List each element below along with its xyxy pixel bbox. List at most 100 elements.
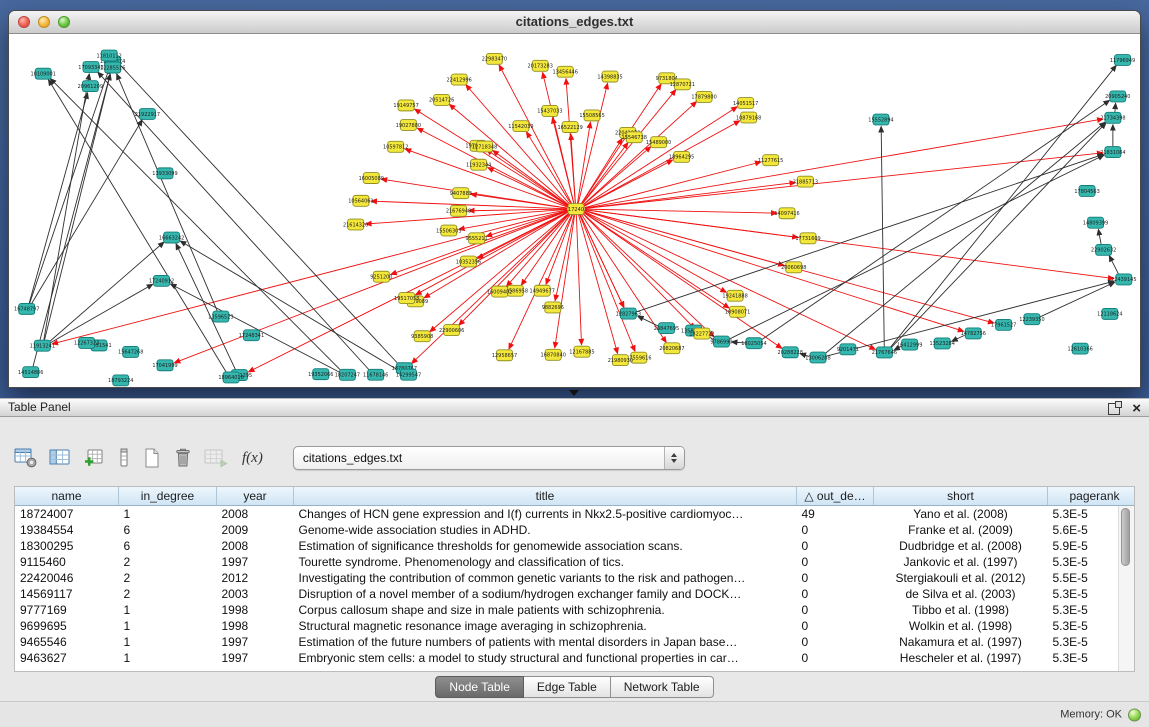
cell-in_degree: 6 [119, 538, 217, 554]
table-row[interactable]: 946362711997Embryonic stem cells: a mode… [15, 650, 1135, 666]
cell-title: Tourette syndrome. Phenomenology and cla… [294, 554, 797, 570]
graph-node-label: 15489000 [646, 140, 671, 146]
table-row[interactable]: 946554611997Estimation of the future num… [15, 634, 1135, 650]
graph-node-label: 15546738 [622, 135, 647, 141]
cell-out_degree: 0 [797, 522, 874, 538]
app-screen: citations_edges.txt 17093343159133741181… [0, 0, 1149, 727]
cell-name: 19384554 [15, 522, 119, 538]
table-row[interactable]: 1938455462009Genome-wide association stu… [15, 522, 1135, 538]
scrollbar-thumb[interactable] [1121, 508, 1130, 566]
graph-edge[interactable] [761, 100, 1109, 339]
column-header-name[interactable]: name [15, 487, 119, 506]
graph-edge[interactable] [30, 68, 110, 303]
graph-node-label: 19241888 [722, 294, 747, 300]
graph-edge[interactable] [1115, 103, 1116, 112]
column-header-out_degree[interactable]: △ out_de… [797, 487, 874, 506]
selection-mode-button[interactable] [117, 445, 131, 471]
network-table-selector[interactable]: citations_edges.txt [293, 446, 685, 470]
minimize-window-button[interactable] [38, 16, 50, 28]
tab-node-table[interactable]: Node Table [435, 676, 524, 698]
close-window-button[interactable] [18, 16, 30, 28]
close-panel-icon[interactable]: × [1132, 402, 1141, 415]
graph-edge[interactable] [415, 109, 569, 206]
graph-node-label: 20288228 [778, 350, 803, 356]
graph-edge[interactable] [583, 147, 651, 206]
graph-edge[interactable] [825, 122, 1105, 354]
graph-edge[interactable] [49, 242, 164, 342]
graph-edge[interactable] [580, 214, 624, 307]
column-header-pagerank[interactable]: pagerank [1048, 487, 1136, 506]
tab-edge-table[interactable]: Edge Table [524, 676, 611, 698]
tab-network-table[interactable]: Network Table [611, 676, 714, 698]
table-mode-button[interactable] [14, 445, 38, 471]
graph-edge[interactable] [52, 210, 567, 343]
graph-edge[interactable] [576, 215, 581, 345]
graph-edge[interactable] [31, 120, 142, 304]
table-row[interactable]: 1872400712008Changes of HCN gene express… [15, 506, 1135, 523]
table-panel-title: Table Panel [8, 400, 71, 414]
graph-edge[interactable] [45, 74, 111, 340]
graph-edge[interactable] [417, 128, 568, 206]
float-panel-icon[interactable] [1108, 403, 1120, 415]
graph-node-label: 14398835 [597, 74, 622, 80]
graph-edge[interactable] [116, 61, 398, 364]
new-file-button[interactable] [142, 445, 162, 471]
function-builder-button[interactable]: f(x) [239, 445, 266, 471]
graph-node-label: 21885713 [793, 179, 818, 185]
delete-table-button[interactable] [173, 445, 193, 471]
graph-edge[interactable] [416, 212, 568, 295]
network-canvas-svg[interactable]: 1709334315913374118101121010900112285516… [9, 34, 1140, 387]
table-row[interactable]: 911546021997Tourette syndrome. Phenomeno… [15, 554, 1135, 570]
graph-edge[interactable] [890, 65, 1116, 347]
table-row[interactable]: 1830029562008Estimation of significance … [15, 538, 1135, 554]
table-row[interactable]: 977716911998Corpus callosum shape and si… [15, 602, 1135, 618]
table-row[interactable]: 2242004622012Investigating the contribut… [15, 570, 1135, 586]
show-columns-button[interactable] [49, 445, 73, 471]
graph-edge[interactable] [583, 213, 714, 337]
graph-edge[interactable] [585, 209, 777, 213]
graph-edge[interactable] [170, 284, 339, 372]
zoom-window-button[interactable] [58, 16, 70, 28]
table-vertical-scrollbar[interactable] [1118, 506, 1134, 671]
cell-in_degree: 1 [119, 634, 217, 650]
graph-node-label: 9251200 [370, 275, 392, 281]
graph-edge[interactable] [50, 284, 153, 343]
graph-edge[interactable] [827, 281, 1114, 356]
graph-node-label: 21734398 [1100, 116, 1125, 122]
column-header-title[interactable]: title [294, 487, 797, 506]
table-row[interactable]: 1456911722003Disruption of a novel membe… [15, 586, 1135, 602]
graph-edge[interactable] [638, 316, 658, 326]
column-header-in_degree[interactable]: in_degree [119, 487, 217, 506]
graph-node-label: 9882696 [542, 305, 564, 311]
splitter-grip[interactable] [569, 390, 579, 396]
table-row[interactable]: 969969511998Structural magnetic resonanc… [15, 618, 1135, 634]
graph-edge[interactable] [509, 214, 572, 349]
import-table-button[interactable] [204, 445, 228, 471]
network-window-titlebar[interactable]: citations_edges.txt [9, 11, 1140, 34]
graph-edge[interactable] [585, 211, 964, 332]
graph-edge[interactable] [584, 107, 738, 206]
column-header-short[interactable]: short [874, 487, 1048, 506]
graph-edge[interactable] [584, 212, 726, 293]
vertical-column-icon [117, 447, 131, 469]
graph-edge[interactable] [579, 215, 618, 354]
graph-edge[interactable] [50, 79, 341, 371]
graph-edge[interactable] [881, 126, 884, 346]
graph-node-label: 12827963 [616, 311, 641, 317]
graph-node-label: 11277615 [758, 158, 783, 164]
graph-edge[interactable] [1109, 256, 1119, 275]
create-column-button[interactable] [84, 445, 106, 471]
graph-edge[interactable] [891, 123, 1106, 348]
graph-node-label: 21831084 [1100, 150, 1125, 156]
graph-edge[interactable] [371, 201, 567, 209]
graph-edge[interactable] [584, 212, 730, 308]
graph-node-label: 18025054 [741, 341, 766, 347]
graph-edge[interactable] [585, 182, 796, 208]
graph-edge[interactable] [1098, 229, 1101, 244]
graph-edge[interactable] [405, 149, 567, 207]
graph-edge[interactable] [730, 155, 1104, 339]
graph-node-label: 9201471 [837, 347, 859, 353]
network-canvas[interactable]: 1709334315913374118101121010900112285516… [9, 34, 1140, 387]
column-header-year[interactable]: year [217, 487, 294, 506]
graph-node-label: 11913241 [30, 344, 55, 350]
